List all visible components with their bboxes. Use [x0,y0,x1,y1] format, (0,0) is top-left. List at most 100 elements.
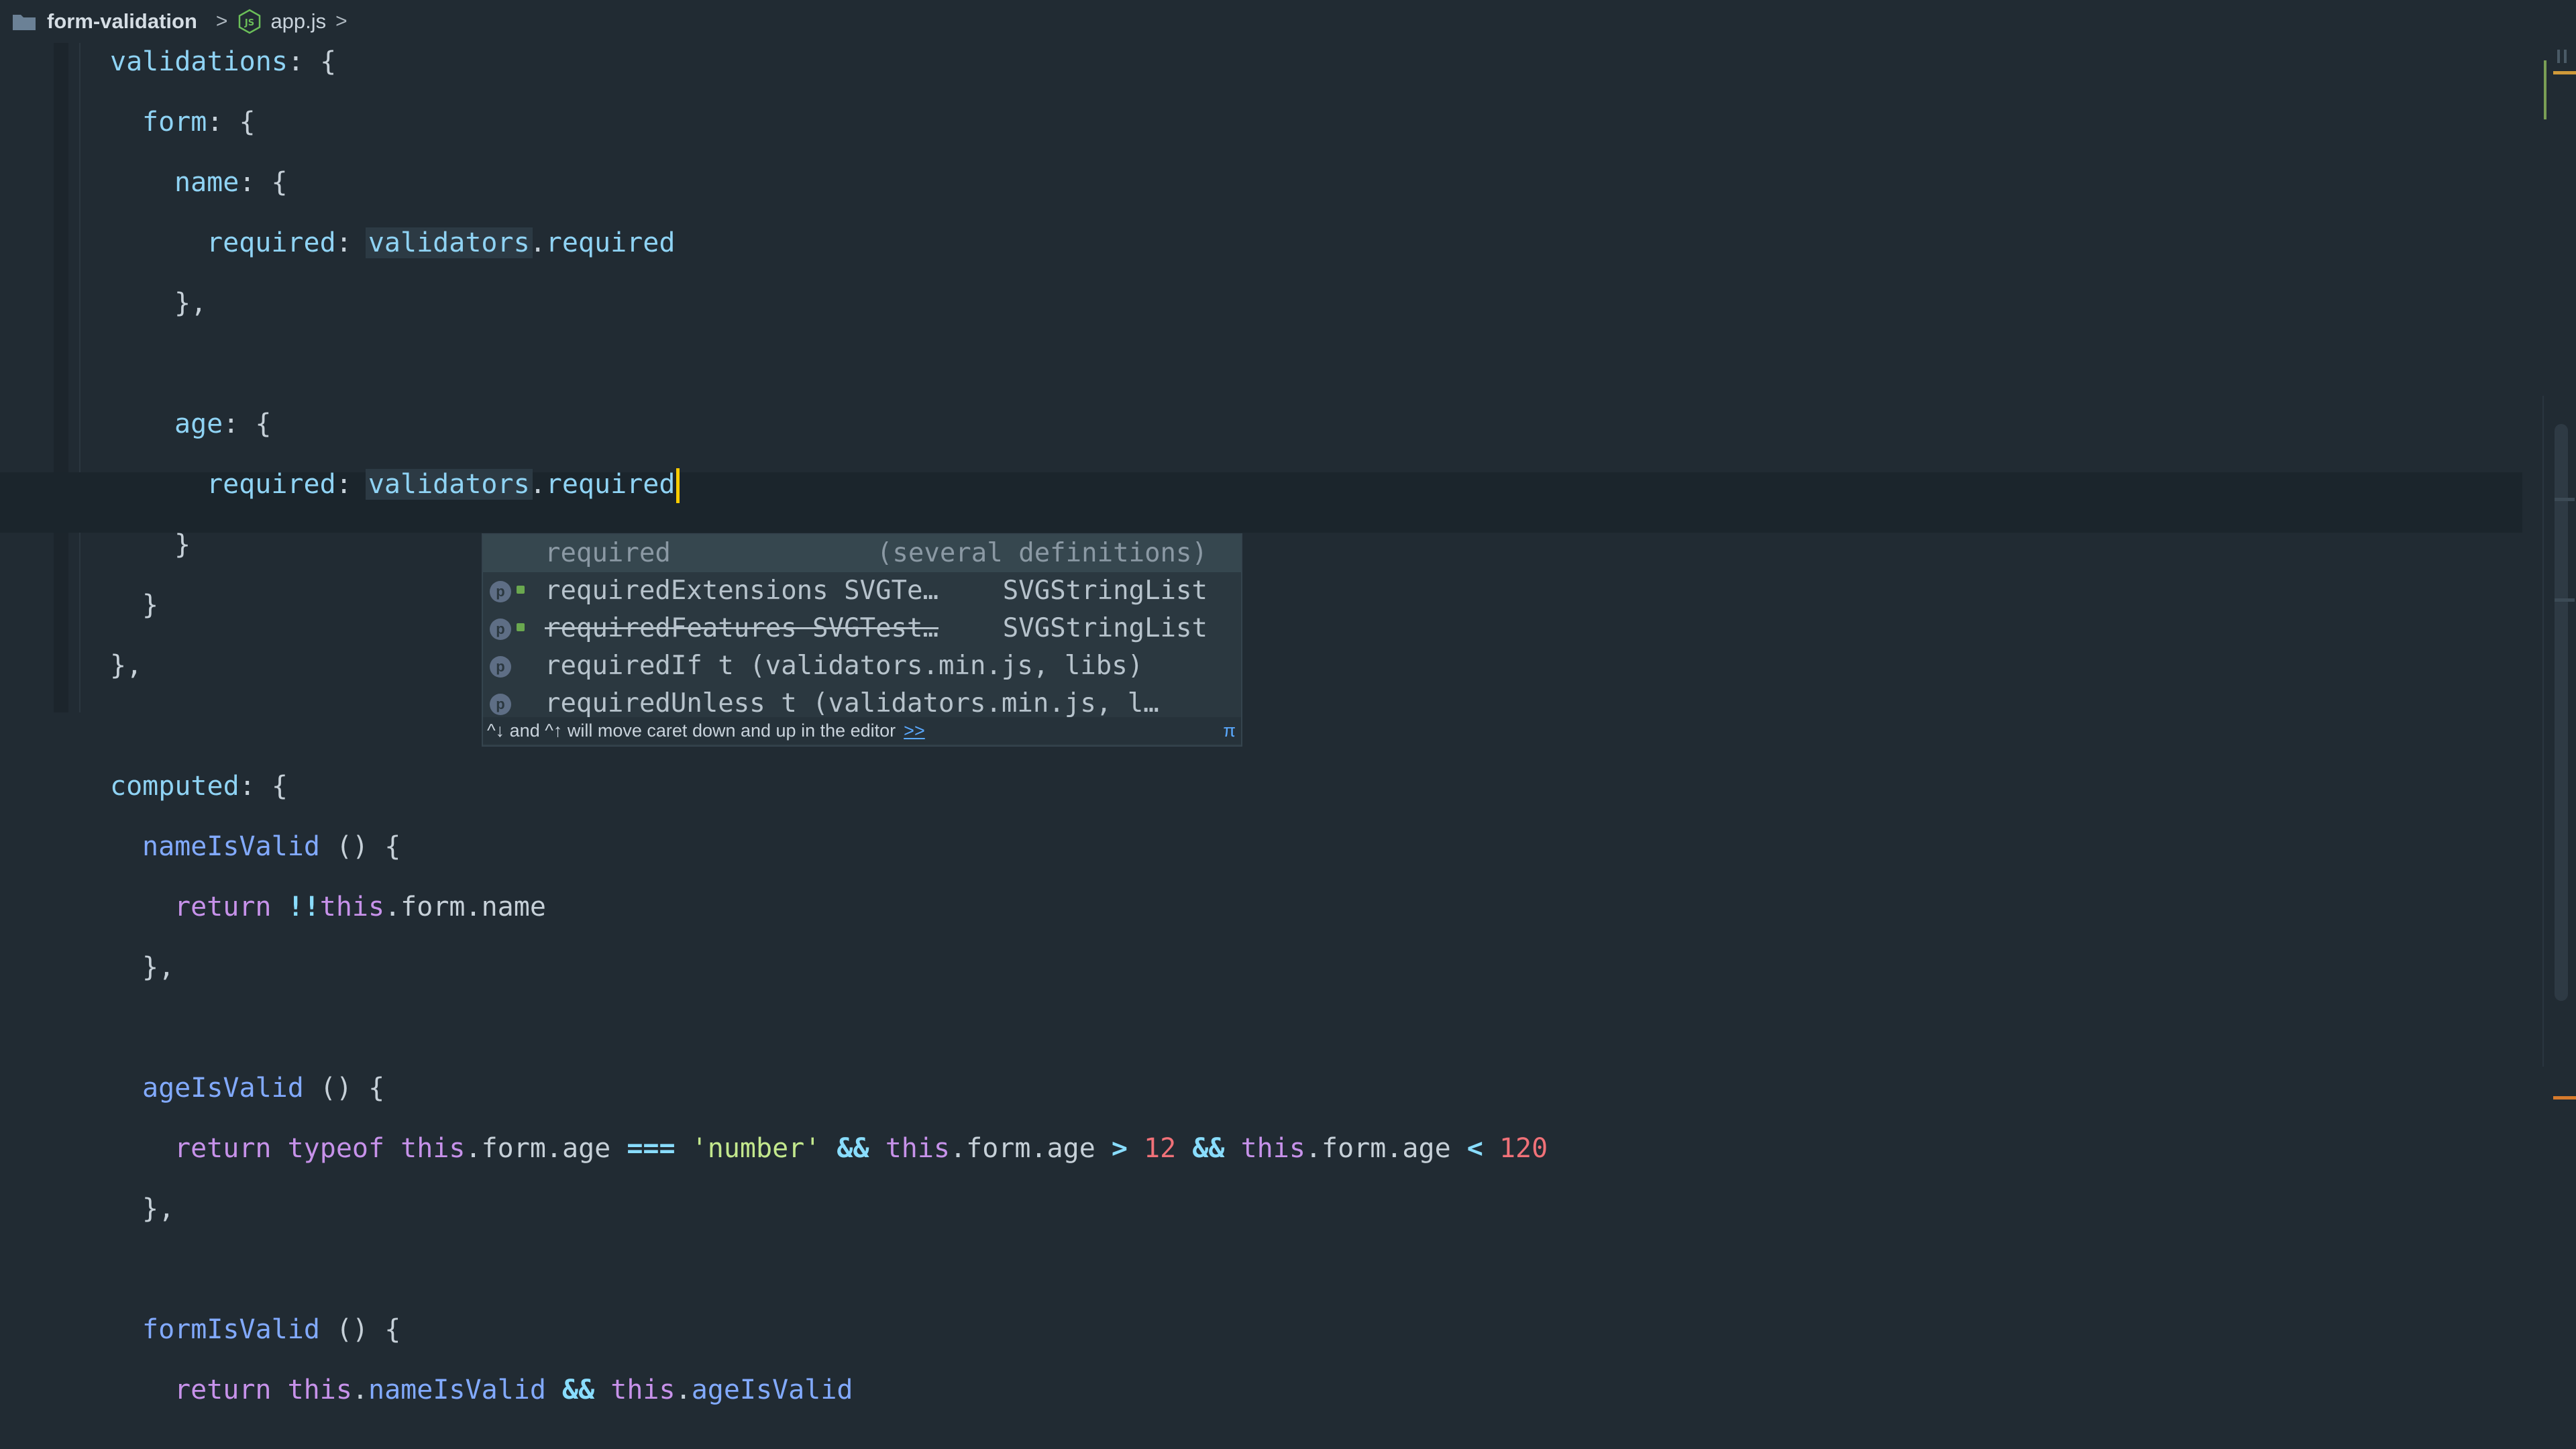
code-token: : [335,469,368,500]
code-token: : { [239,771,288,802]
code-line[interactable]: ageIsValid () { [142,1068,384,1108]
autocomplete-item-type: (several definitions) [876,538,1208,568]
code-token: } [142,590,159,621]
code-token: validations [110,46,288,77]
scrollbar-track [2542,396,2544,1067]
code-line[interactable]: return !!this.form.name [174,887,546,927]
code-line[interactable]: validations: { [110,42,336,82]
code-line[interactable]: return typeof this.form.age === 'number'… [174,1128,1548,1169]
code-token: . [465,892,482,922]
code-token: . [1030,1133,1047,1164]
code-token: return typeof [174,1133,401,1164]
code-token: : { [287,46,337,77]
code-token: : { [223,409,272,439]
change-marker [2553,1096,2576,1099]
code-token: age [174,409,223,439]
code-token: > [1111,1133,1128,1164]
code-token: < [1466,1133,1483,1164]
autocomplete-item[interactable]: p requiredIf t (validators.min.js, libs) [483,647,1241,685]
pause-icon [2557,50,2567,63]
property-icon: p [490,581,511,602]
code-token: required [207,227,336,258]
code-line[interactable]: }, [174,283,207,323]
code-token: . [529,227,546,258]
code-token: === [627,1133,676,1164]
code-line[interactable]: return this.nameIsValid && this.ageIsVal… [174,1370,853,1410]
code-line[interactable]: age: { [174,404,272,444]
autocomplete-item-name: required [545,538,671,568]
code-line[interactable]: form: { [142,102,256,142]
code-token: . [352,1375,368,1405]
code-line[interactable]: } [142,585,158,625]
code-line[interactable]: }, [142,947,174,987]
code-token: validators [365,227,533,258]
code-token: }, [142,952,175,983]
code-token: . [545,1133,562,1164]
code-token: : { [239,167,288,198]
autocomplete-item[interactable]: required (several definitions) [483,535,1241,572]
code-line[interactable]: } [174,525,191,565]
code-token: && [837,1133,869,1164]
scroll-marker [2555,498,2575,501]
code-line[interactable]: formIsValid () { [142,1309,400,1350]
autocomplete-more-link[interactable]: >> [904,720,925,741]
autocomplete-item[interactable]: p requiredExtensions SVGTe… SVGStringList [483,572,1241,610]
code-token: form [142,107,207,138]
breadcrumb-file[interactable]: app.js [270,9,326,34]
code-token: . [465,1133,482,1164]
change-marker [2544,60,2546,119]
code-token: form [1322,1133,1387,1164]
folder-icon [13,15,36,30]
autocomplete-item[interactable]: p requiredFeatures SVGTest… SVGStringList [483,610,1241,647]
code-token: . [1386,1133,1403,1164]
code-token: . [1305,1133,1322,1164]
code-token: } [174,529,191,560]
property-icon: p [490,694,511,715]
autocomplete-item-name: requiredFeatures SVGTest… [545,613,938,643]
code-line[interactable]: }, [142,1189,174,1229]
autocomplete-item-name: requiredIf t (validators.min.js, libs) [545,651,1144,681]
breadcrumb-folder[interactable]: form-validation [47,9,197,34]
javascript-file-icon: JS [239,9,261,34]
code-token: form [966,1133,1031,1164]
code-token: this [610,1375,676,1405]
code-token: age [562,1133,627,1164]
autocomplete-item-name: requiredExtensions SVGTe… [545,576,938,606]
code-token: () { [319,831,401,862]
code-token: form [481,1133,546,1164]
code-token: this [287,1375,352,1405]
code-token: 120 [1499,1133,1548,1164]
scrollbar-thumb[interactable] [2555,424,2568,1001]
autocomplete-hint: ^↓ and ^↑ will move caret down and up in… [487,720,896,741]
pi-icon[interactable]: π [1223,717,1236,744]
code-line[interactable]: name: { [174,162,288,203]
code-token: }, [174,288,207,319]
gutter [54,43,68,712]
code-token: required [545,469,676,500]
scroll-marker [2555,598,2575,602]
code-token: name [481,892,546,922]
autocomplete-popup: required (several definitions) p requiredEx… [482,533,1242,747]
breadcrumb: form-validation > JS app.js > [0,0,2576,43]
code-line[interactable]: required: validators.required [207,223,675,263]
code-token: : [335,227,368,258]
property-icon: p [490,656,511,678]
code-token: required [207,469,336,500]
code-token: form [400,892,466,922]
autocomplete-item-type: SVGStringList [1002,613,1208,643]
code-line[interactable]: required: validators.required [207,464,680,504]
code-token: nameIsValid [142,831,320,862]
code-token: this [319,892,385,922]
code-line[interactable]: computed: { [110,766,288,806]
code-line[interactable]: nameIsValid () { [142,826,400,867]
code-token: . [384,892,401,922]
code-token: 12 [1144,1133,1177,1164]
indent-guide [79,43,80,712]
code-line[interactable]: }, [110,645,142,686]
